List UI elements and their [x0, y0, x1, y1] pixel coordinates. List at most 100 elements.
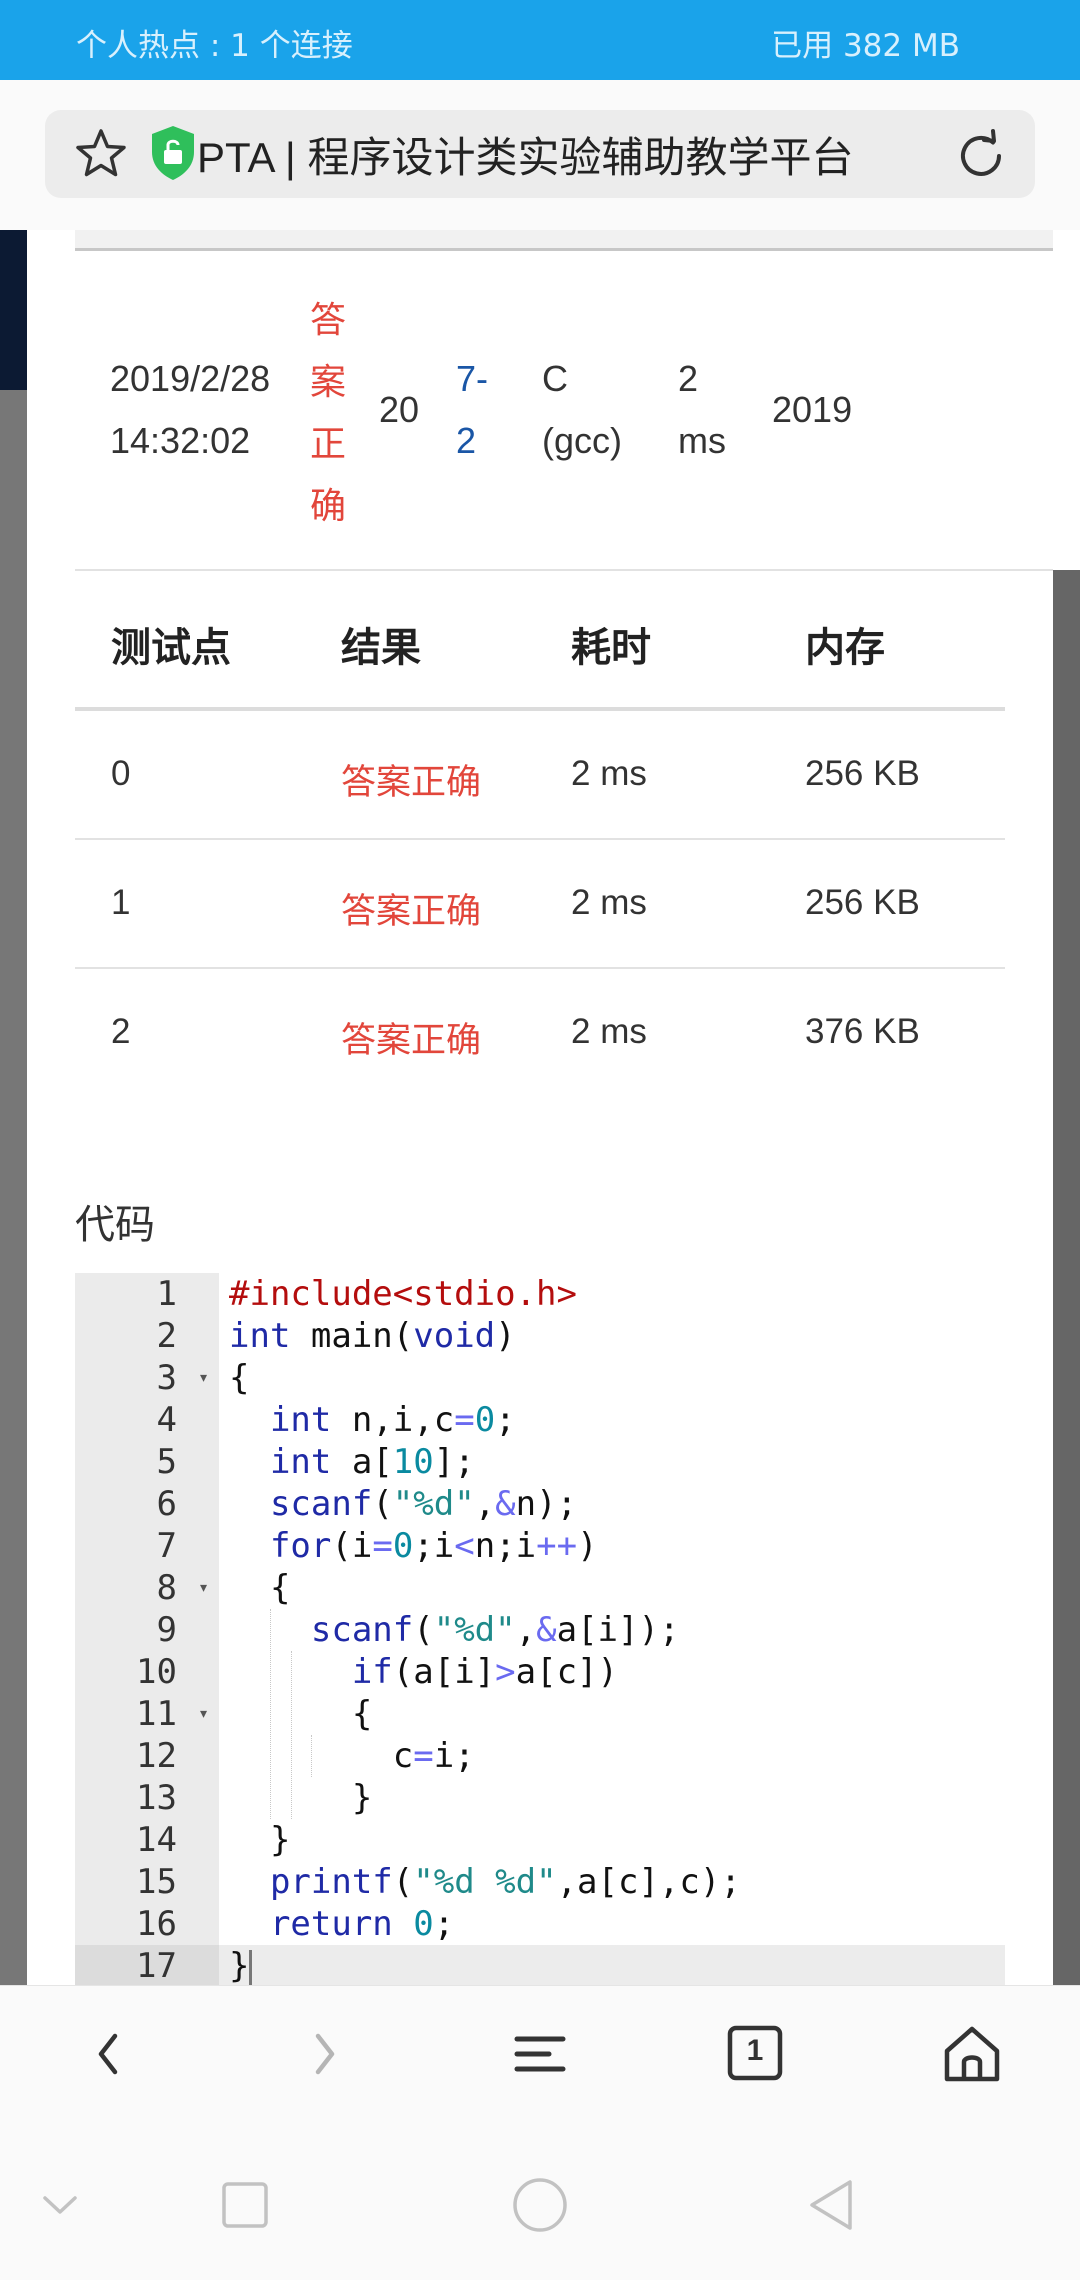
line-number: 15 — [75, 1861, 219, 1903]
line-number-text: 3 — [156, 1358, 177, 1398]
code-text: #include<stdio.h> — [229, 1274, 577, 1314]
line-number: 11 ▾ — [75, 1693, 219, 1735]
page-title: PTA | 程序设计类实验辅助教学平台 — [197, 134, 854, 181]
code-line[interactable]: 9 scanf("%d",&a[i]); — [75, 1609, 1005, 1651]
line-number-text: 7 — [156, 1526, 177, 1566]
reload-icon[interactable] — [953, 128, 1009, 184]
menu-icon[interactable] — [505, 2019, 575, 2089]
testcase-header: 测试点 结果 耗时 内存 — [75, 571, 1005, 711]
code-text: } — [229, 1778, 373, 1818]
line-number-text: 10 — [136, 1652, 177, 1692]
forward-icon[interactable] — [290, 2019, 360, 2089]
code-line[interactable]: 8 ▾ { — [75, 1567, 1005, 1609]
table-row: 0 答案正确 2 ms 256 KB — [75, 711, 1005, 840]
code-line[interactable]: 14 } — [75, 1819, 1005, 1861]
code-text: printf("%d %d",a[c],c); — [269, 1862, 741, 1902]
code-text: } — [229, 1945, 253, 1985]
tabs-button[interactable]: 1 — [720, 2019, 790, 2089]
code-text: } — [229, 1820, 291, 1860]
code-text: { — [229, 1568, 291, 1608]
line-number-text: 15 — [136, 1862, 177, 1902]
hide-keyboard-icon[interactable] — [25, 2170, 95, 2240]
line-number: 8 ▾ — [75, 1567, 219, 1609]
line-number-text: 17 — [136, 1946, 177, 1985]
submission-compiler: C (gcc) — [542, 358, 622, 461]
line-number: 13 — [75, 1777, 219, 1819]
code-line[interactable]: 6 scanf("%d",&n); — [75, 1483, 1005, 1525]
system-nav-bar — [0, 2125, 1080, 2280]
submission-row[interactable]: 2019/2/28 14:32:02 答 案 正 确 20 7- 2 C (gc… — [75, 251, 1053, 569]
submission-status: 答 案 正 确 — [310, 299, 347, 526]
line-number: 3 ▾ — [75, 1357, 219, 1399]
line-number: 1 — [75, 1273, 219, 1315]
submission-time-used: 2 ms — [678, 358, 726, 461]
hotspot-status: 个人热点 : 1 个连接 — [76, 28, 353, 64]
testcase-point: 0 — [111, 754, 131, 793]
header-memory: 内存 — [805, 626, 885, 670]
line-number: 4 — [75, 1399, 219, 1441]
back-triangle-icon[interactable] — [798, 2170, 868, 2240]
testcase-table: 测试点 结果 耗时 内存 0 答案正确 2 ms 256 KB 1 答案正确 2… — [75, 571, 1005, 1098]
testcase-time: 2 ms — [571, 754, 647, 793]
line-number-text: 8 — [156, 1568, 177, 1608]
code-text: return 0; — [269, 1904, 455, 1944]
line-number: 10 — [75, 1651, 219, 1693]
testcase-memory: 256 KB — [805, 754, 920, 793]
code-line[interactable]: 10 if(a[i]>a[c]) — [75, 1651, 1005, 1693]
code-line[interactable]: 3 ▾{ — [75, 1357, 1005, 1399]
home-circle-icon[interactable] — [505, 2170, 575, 2240]
testcase-time: 2 ms — [571, 1012, 647, 1051]
fold-arrow-icon[interactable]: ▾ — [198, 1567, 209, 1609]
testcase-point: 1 — [111, 883, 131, 922]
browser-address-area: PTA | 程序设计类实验辅助教学平台 — [0, 80, 1080, 230]
home-icon[interactable] — [937, 2019, 1007, 2089]
code-line[interactable]: 12 c=i; — [75, 1735, 1005, 1777]
fold-arrow-icon[interactable]: ▾ — [198, 1693, 209, 1735]
testcase-memory: 256 KB — [805, 883, 920, 922]
code-text: { — [229, 1694, 373, 1734]
code-line[interactable]: 15 printf("%d %d",a[c],c); — [75, 1861, 1005, 1903]
side-panel-dark — [0, 230, 27, 390]
code-text: scanf("%d",&a[i]); — [310, 1610, 680, 1650]
code-line[interactable]: 16 return 0; — [75, 1903, 1005, 1945]
code-line[interactable]: 2 int main(void) — [75, 1315, 1005, 1357]
code-text: scanf("%d",&n); — [269, 1484, 578, 1524]
status-bar: 个人热点 : 1 个连接 已用 382 MB — [0, 0, 1080, 80]
recents-icon[interactable] — [210, 2170, 280, 2240]
testcase-memory: 376 KB — [805, 1012, 920, 1051]
side-panel-right — [1053, 570, 1080, 1985]
page-content: 2019/2/28 14:32:02 答 案 正 确 20 7- 2 C (gc… — [27, 230, 1053, 1985]
code-line[interactable]: 17} — [75, 1945, 1005, 1985]
back-icon[interactable] — [73, 2019, 143, 2089]
line-number-text: 16 — [136, 1904, 177, 1944]
line-number-text: 5 — [156, 1442, 177, 1482]
code-line[interactable]: 5 int a[10]; — [75, 1441, 1005, 1483]
line-number-text: 14 — [136, 1820, 177, 1860]
line-number: 5 — [75, 1441, 219, 1483]
header-result: 结果 — [341, 626, 421, 670]
code-line[interactable]: 13 } — [75, 1777, 1005, 1819]
testcase-result: 答案正确 — [341, 1021, 482, 1060]
code-line[interactable]: 4 int n,i,c=0; — [75, 1399, 1005, 1441]
line-number-text: 1 — [156, 1274, 177, 1314]
code-editor[interactable]: 1 #include<stdio.h> 2 int main(void) 3 ▾{4 in… — [75, 1273, 1005, 1985]
code-line[interactable]: 1 #include<stdio.h> — [75, 1273, 1005, 1315]
code-text: if(a[i]>a[c]) — [351, 1652, 618, 1692]
security-shield-icon — [152, 126, 194, 180]
line-number-text: 13 — [136, 1778, 177, 1818]
indent-guide — [311, 1735, 312, 1777]
code-line[interactable]: 7 for(i=0;i<n;i++) — [75, 1525, 1005, 1567]
problem-link[interactable]: 7- 2 — [456, 348, 506, 472]
code-line[interactable]: 11 ▾ { — [75, 1693, 1005, 1735]
line-number: 12 — [75, 1735, 219, 1777]
testcase-result: 答案正确 — [341, 763, 482, 802]
bookmark-star-icon[interactable] — [73, 126, 129, 182]
line-number-text: 4 — [156, 1400, 177, 1440]
line-number-text: 9 — [156, 1610, 177, 1650]
table-row: 2 答案正确 2 ms 376 KB — [75, 969, 1005, 1098]
address-bar[interactable]: PTA | 程序设计类实验辅助教学平台 — [45, 110, 1035, 198]
code-text: int main(void) — [229, 1316, 516, 1356]
fold-arrow-icon[interactable]: ▾ — [198, 1357, 209, 1399]
code-section-title: 代码 — [75, 1203, 155, 1247]
line-number-text: 2 — [156, 1316, 177, 1356]
